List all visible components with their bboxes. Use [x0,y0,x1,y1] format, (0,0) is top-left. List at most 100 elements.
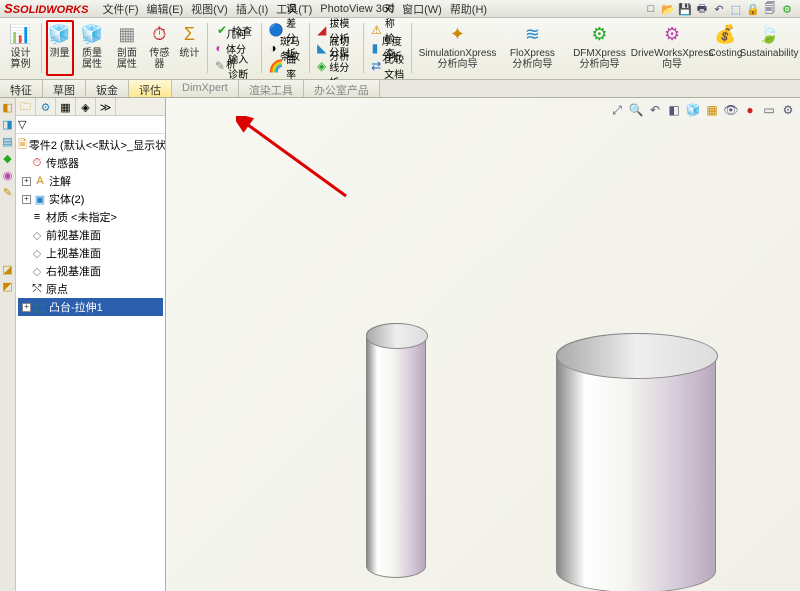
ribbon-toolbar: 📊 设计算例 🧊 测量 🧊 质量属性 ▦ 剖面属性 ⏱ 传感器 Σ 统计 ✔检查… [0,18,800,80]
menu-edit[interactable]: 编辑(E) [143,1,188,17]
tree-origin[interactable]: ⤲原点 [18,280,163,298]
open-icon[interactable]: 📂 [661,2,675,16]
curvature-icon: 🌈 [269,59,283,73]
input-diagnostics-button[interactable]: ✎输入诊断 [212,57,257,75]
tab-sketch[interactable]: 草图 [43,80,86,97]
undo-icon[interactable]: ↶ [712,2,726,16]
tree-root[interactable]: 🗎零件2 (默认<<默认>_显示状态 [18,136,163,154]
tree-right-plane[interactable]: ◇右视基准面 [18,262,163,280]
tree-front-plane[interactable]: ◇前视基准面 [18,226,163,244]
settings-icon[interactable]: ⚙ [780,2,794,16]
measure-button[interactable]: 🧊 测量 [46,20,74,76]
task-icon-3[interactable]: ▤ [1,134,15,148]
menu-file[interactable]: 文件(F) [98,1,142,17]
mass-properties-button[interactable]: 🧊 质量属性 [76,20,109,76]
tree-bodies[interactable]: +▣实体(2) [18,190,163,208]
feature-tree: 🗎零件2 (默认<<默认>_显示状态 ⏱传感器 +A注解 +▣实体(2) ≡材质… [16,134,165,318]
compare-documents-button[interactable]: ⇄比较文档 [368,57,407,75]
fm-tab-3[interactable]: ▦ [56,98,76,116]
statistics-button[interactable]: Σ 统计 [175,20,203,76]
curvature-button[interactable]: 🌈曲率 [266,57,305,75]
tree-sensors[interactable]: ⏱传感器 [18,154,163,172]
options-icon[interactable]: 🗐 [763,2,777,16]
fm-tab-5[interactable]: ≫ [96,98,116,116]
expand-icon[interactable]: + [22,177,31,186]
feature-manager-tabs: 🗀 ⚙ ▦ ◈ ≫ [16,98,165,116]
compare-icon: ⇄ [371,59,381,73]
tab-render-tools[interactable]: 渲染工具 [239,80,304,97]
menu-insert[interactable]: 插入(I) [232,1,272,17]
display-style-icon[interactable]: ▦ [704,102,720,118]
new-icon[interactable]: □ [644,2,658,16]
tree-boss-extrude[interactable]: +⬚凸台-拉伸1 [18,298,163,316]
cylinder-large[interactable] [556,333,716,591]
tab-sheetmetal[interactable]: 钣金 [86,80,129,97]
part-icon: 🗎 [18,138,27,152]
section-view-icon[interactable]: ◧ [666,102,682,118]
simulationxpress-button[interactable]: ✦ SimulationXpress 分析向导 [416,20,499,76]
design-study-icon: 📊 [8,22,32,46]
left-task-pane: ◧ ◨ ▤ ◆ ◉ ✎ ◪ ◩ [0,98,16,591]
view-settings-icon[interactable]: ⚙ [780,102,796,118]
sensor-button[interactable]: ⏱ 传感器 [145,20,173,76]
zebra-icon: ◑ [269,41,277,55]
task-icon-4[interactable]: ◆ [1,151,15,165]
simxpress-icon: ✦ [445,22,469,46]
tab-evaluate[interactable]: 评估 [129,80,172,97]
hide-show-icon[interactable]: 👁 [723,102,739,118]
dfmxpress-icon: ⚙ [587,22,611,46]
design-study-button[interactable]: 📊 设计算例 [4,20,37,76]
parting-line-button[interactable]: ◈分型线分析 [314,57,359,75]
cylinder-small[interactable] [366,323,426,578]
extrude-icon: ⬚ [33,300,47,314]
task-icon-2[interactable]: ◨ [1,117,15,131]
undercut-icon: ◣ [317,41,326,55]
select-icon[interactable]: ⬚ [729,2,743,16]
plane-icon: ◇ [30,246,44,260]
sensor-icon: ⏱ [147,22,171,46]
scene-icon[interactable]: ▭ [761,102,777,118]
tree-material[interactable]: ≡材质 <未指定> [18,208,163,226]
floxpress-button[interactable]: ≋ FloXpress 分析向导 [501,20,564,76]
zoom-area-icon[interactable]: 🔍 [628,102,644,118]
driveworksxpress-button[interactable]: ⚙ DriveWorksXpress 向导 [635,20,709,76]
section-properties-button[interactable]: ▦ 剖面属性 [110,20,143,76]
graphics-viewport[interactable]: ⤢ 🔍 ↶ ◧ 🧊 ▦ 👁 ● ▭ ⚙ [166,98,800,591]
tree-top-plane[interactable]: ◇上视基准面 [18,244,163,262]
appearance-icon[interactable]: ● [742,102,758,118]
dfmxpress-button[interactable]: ⚙ DFMXpress 分析向导 [566,20,634,76]
filter-bar[interactable]: ▽ [16,116,165,134]
measure-icon: 🧊 [48,22,72,46]
zoom-fit-icon[interactable]: ⤢ [609,102,625,118]
input-diag-icon: ✎ [215,59,225,73]
sensor-tree-icon: ⏱ [30,156,44,170]
expand-icon[interactable]: + [22,303,31,312]
save-icon[interactable]: 💾 [678,2,692,16]
thickness-icon: ▮ [371,41,379,55]
task-icon-7[interactable]: ◪ [1,262,15,276]
symmetry-icon: ⚠ [371,23,382,37]
tree-annotations[interactable]: +A注解 [18,172,163,190]
menu-window[interactable]: 窗口(W) [398,1,446,17]
view-orient-icon[interactable]: 🧊 [685,102,701,118]
sustainability-button[interactable]: 🍃 Sustainability [742,20,796,76]
draft-icon: ◢ [317,23,326,37]
prev-view-icon[interactable]: ↶ [647,102,663,118]
task-icon-8[interactable]: ◩ [1,279,15,293]
fm-tab-2[interactable]: ⚙ [36,98,56,116]
task-icon-5[interactable]: ◉ [1,168,15,182]
tab-features[interactable]: 特征 [0,80,43,97]
floxpress-icon: ≋ [520,22,544,46]
tab-office-products[interactable]: 办公室产品 [304,80,380,97]
menu-view[interactable]: 视图(V) [187,1,232,17]
task-icon-6[interactable]: ✎ [1,185,15,199]
task-icon-1[interactable]: ◧ [1,100,15,114]
fm-tab-1[interactable]: 🗀 [16,98,36,116]
print-icon[interactable]: 🖶 [695,2,709,16]
costing-button[interactable]: 💰 Costing [711,20,740,76]
expand-icon[interactable]: + [22,195,31,204]
fm-tab-4[interactable]: ◈ [76,98,96,116]
rebuild-icon[interactable]: 🔒 [746,2,760,16]
menu-help[interactable]: 帮助(H) [446,1,491,17]
tab-dimxpert[interactable]: DimXpert [172,80,239,97]
